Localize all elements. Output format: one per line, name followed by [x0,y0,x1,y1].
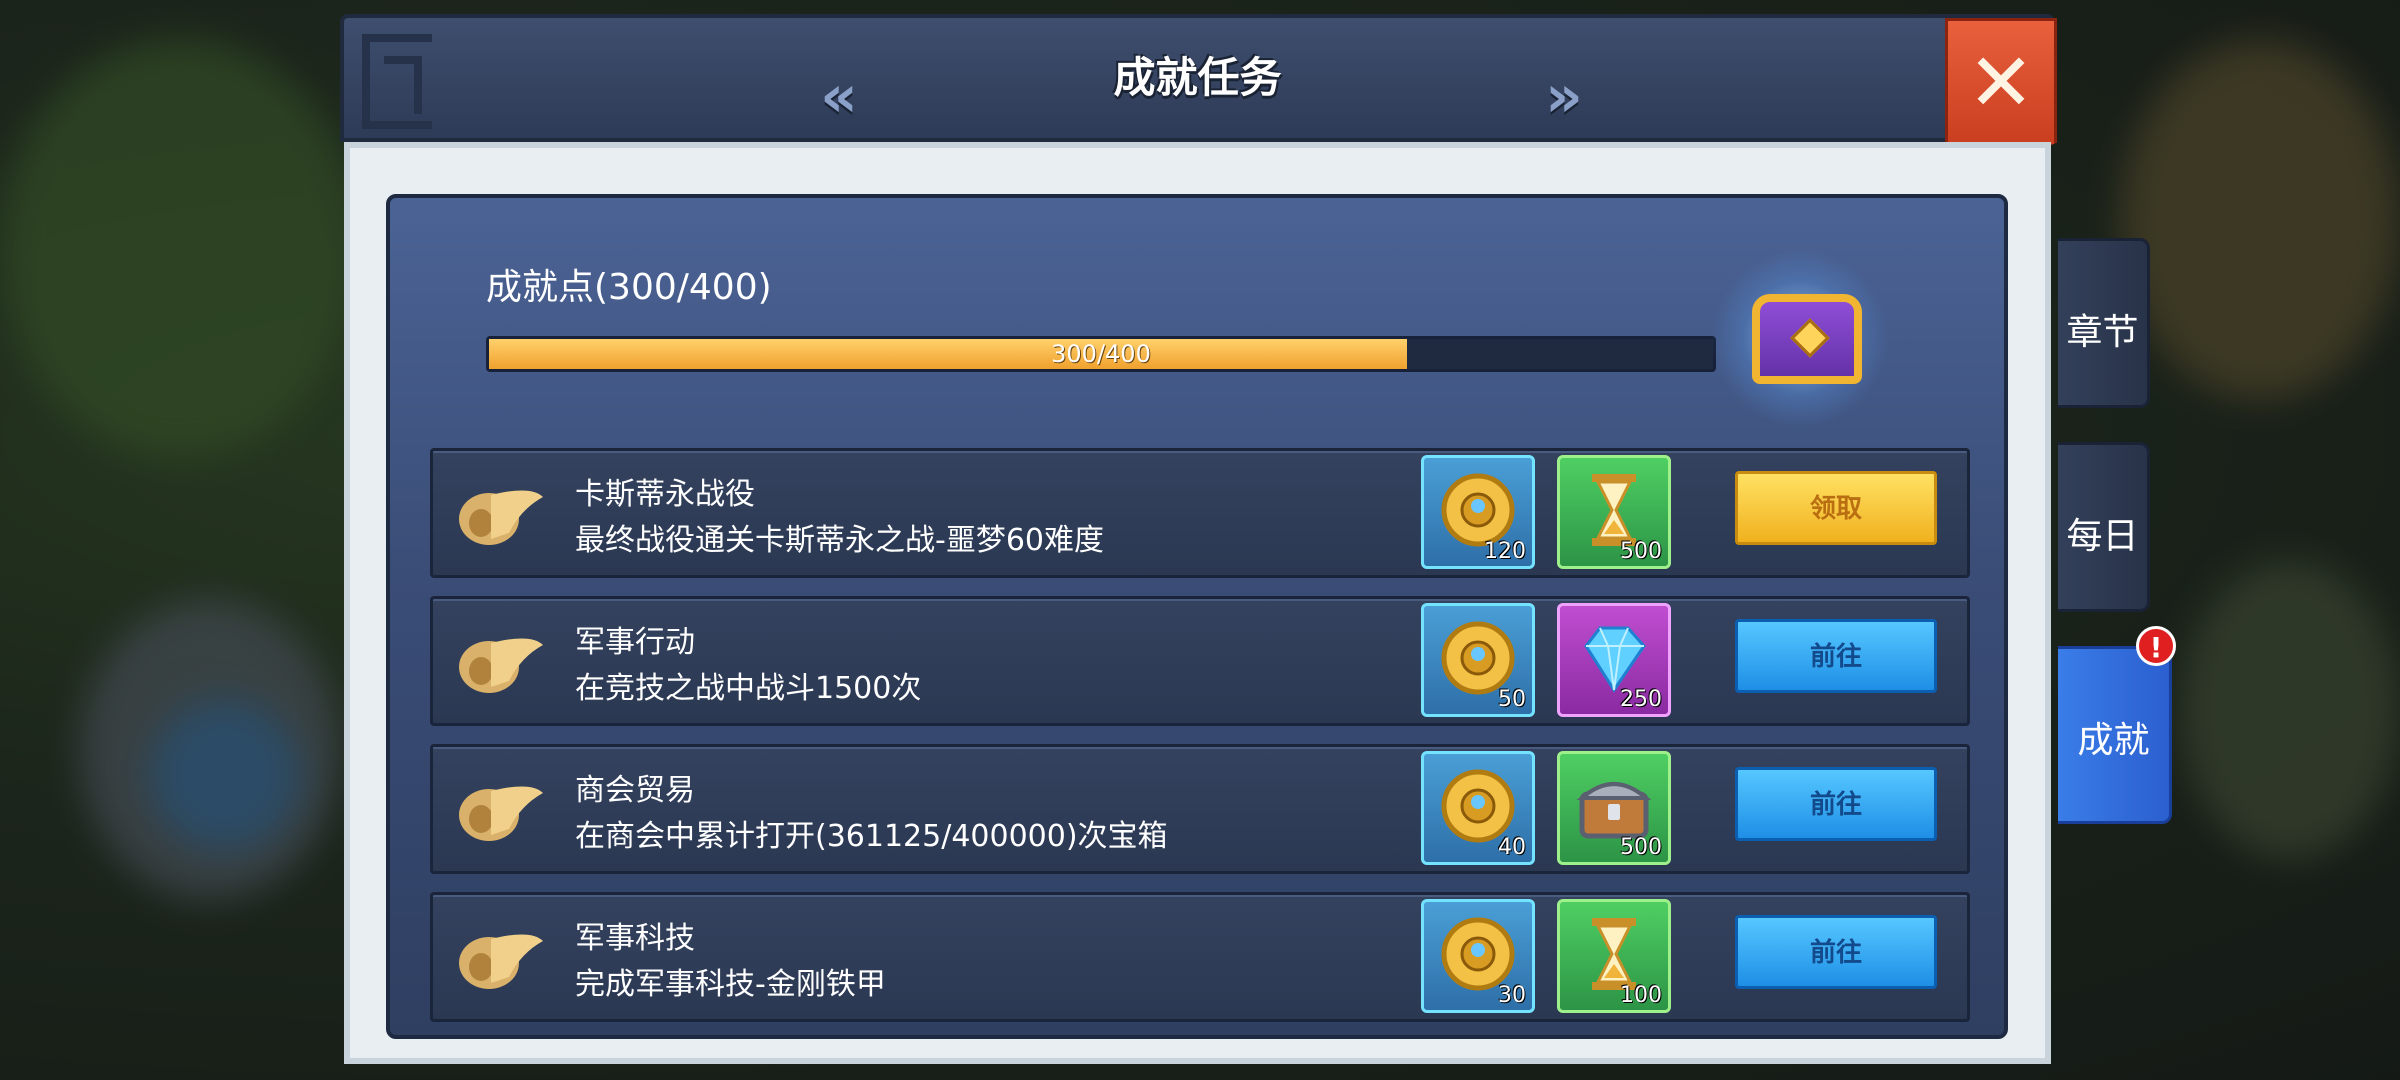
task-title: 商会贸易 [575,773,695,808]
task-row: 商会贸易 在商会中累计打开(361125/400000)次宝箱 40 500 前… [430,744,1970,874]
task-description: 在商会中累计打开(361125/400000)次宝箱 [575,819,1168,854]
achievement-content: 成就点(300/400) 300/400 卡斯蒂永战役 最终战役通关卡斯蒂永之战… [386,194,2008,1039]
tab-achievement[interactable]: 成就 [2058,646,2172,824]
reward-slot[interactable]: 500 [1557,455,1671,569]
reward-count: 120 [1484,539,1526,564]
task-description: 最终战役通关卡斯蒂永之战-噩梦60难度 [575,523,1104,558]
progress-text: 300/400 [1051,340,1151,368]
reward-slot[interactable]: 120 [1421,455,1535,569]
task-description: 完成军事科技-金刚铁甲 [575,967,886,1002]
reward-count: 40 [1498,835,1526,860]
reward-count: 250 [1620,687,1662,712]
task-title: 军事科技 [575,921,695,956]
scroll-icon [459,490,543,545]
tab-daily[interactable]: 每日 [2058,442,2150,612]
task-title: 军事行动 [575,625,695,660]
tab-chapter[interactable]: 章节 [2058,238,2150,408]
scroll-icon [459,934,543,989]
reward-count: 500 [1620,835,1662,860]
tab-label: 每日 [2066,516,2139,557]
go-button[interactable]: 前往 [1735,767,1937,841]
treasure-chest-icon[interactable] [1752,294,1862,384]
double-chevron-right-icon[interactable]: » [1534,66,1594,126]
scroll-icon [459,638,543,693]
reward-slot[interactable]: 30 [1421,899,1535,1013]
reward-slot[interactable]: 40 [1421,751,1535,865]
go-button[interactable]: 前往 [1735,915,1937,989]
notification-badge: ! [2136,626,2176,666]
claim-button[interactable]: 领取 [1735,471,1937,545]
reward-count: 100 [1620,983,1662,1008]
reward-count: 500 [1620,539,1662,564]
reward-slot[interactable]: 500 [1557,751,1671,865]
reward-count: 30 [1498,983,1526,1008]
task-row: 卡斯蒂永战役 最终战役通关卡斯蒂永之战-噩梦60难度 120 500 领取 [430,448,1970,578]
reward-slot[interactable]: 250 [1557,603,1671,717]
achievement-progress-bar: 300/400 [486,336,1716,372]
dialog-header: « 成就任务 » [340,14,2055,142]
task-row: 军事行动 在竞技之战中战斗1500次 50 250 前往 [430,596,1970,726]
achievement-dialog: « 成就任务 » ✕ 成就点(300/400) 300/400 卡斯蒂永战役 最… [340,14,2057,1064]
task-description: 在竞技之战中战斗1500次 [575,671,922,706]
achievement-points-label: 成就点(300/400) [486,267,772,308]
close-icon: ✕ [1967,36,2035,129]
reward-slot[interactable]: 100 [1557,899,1671,1013]
page-title: 成就任务 [1113,53,1282,102]
scroll-icon [459,786,543,841]
reward-count: 50 [1498,687,1526,712]
tab-label: 成就 [2077,720,2150,761]
go-button[interactable]: 前往 [1735,619,1937,693]
reward-slot[interactable]: 50 [1421,603,1535,717]
task-row: 军事科技 完成军事科技-金刚铁甲 30 100 前往 [430,892,1970,1022]
tab-label: 章节 [2066,312,2139,353]
task-title: 卡斯蒂永战役 [575,477,755,512]
